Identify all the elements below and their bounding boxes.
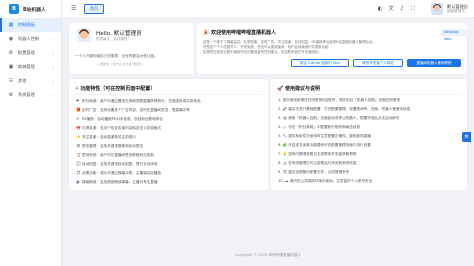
tips-title: 🚀 使用建议与说明 [277,86,320,92]
feature-icon: 🛡 [76,143,81,148]
welcome-avatar [77,28,91,42]
feature-item: ⭐关注感谢：自动感谢新关注的观众 [76,134,262,140]
feature-item: ❤ 积分商城：用户可通过赠送礼物和观看直播获得积分，兑换虚拟或实体商品 [76,98,262,104]
feature-item: 📋签到系统：用户可在直播间签到获取积分奖励 [76,152,262,158]
feature-icon: 🎵 [76,170,81,175]
greeting-text: 祝您每天，高效愉快！ [96,37,131,41]
feature-item: 🎵点歌功能：观众可通过弹幕点歌，主播端自动播放 [76,170,262,176]
feature-item: 🎀礼物答谢：支持个性化答谢内容和自定义答谢格式 [76,125,262,131]
feature-text: 积分商城：用户可通过赠送礼物和观看直播获得积分，兑换虚拟或实体商品 [82,99,201,103]
feature-icon: ✈ [76,116,80,121]
feature-item: 🔊弹幕朗读：支持语音朗读弹幕，主播可专注直播 [76,179,262,185]
sidebar-menu: ▦ 控制面板 ◉ 机器人控制 › ⚙ 配置管理 › ▣ 商城管理 › ☷ 其他 › ⚙ 系统管理 › [0,18,61,102]
feature-item: 💬自动回复：支持关键词自动回复，提升互动体验 [76,161,262,167]
tip-item: 5. 🔧 插件和组件在使用时注意配置正确性，避免影响直播 [278,134,371,138]
logo-icon: B [9,4,19,14]
feature-icon: 🎁 [76,107,81,112]
app-name: B站机器人 [23,7,46,13]
feature-item: 🛡禁言管理：支持关键词屏蔽和自动禁言 [76,143,262,149]
menu-toggle-icon[interactable]: ☰ [71,5,79,13]
sidebar-item[interactable]: ▣ 商城管理 › [0,60,61,74]
contact-developer-button[interactable]: 联系开发者个人网站 [353,59,403,67]
chevron-right-icon: › [52,50,54,56]
feature-icon: 💬 [76,161,81,166]
tips-card: 🚀 使用建议与说明 1. 首次使用前请先扫码登录B站账号，请先前往「机器人控制」… [271,79,467,190]
feature-item: ✈ PK播报：自动播报PK对手信息，包括粉丝数和排名 [76,116,262,122]
settings-icon: ⚙ [8,92,14,98]
sidebar-item[interactable]: ◉ 机器人控制 › [0,32,61,46]
github-star-button[interactable]: 前往 GitHub 给我们 Star [291,59,349,67]
tip-item: 1. 首次使用前请先扫码登录B站账号，请先前往「机器人控制」页面扫码登录 [278,98,401,102]
feature-text: 关注感谢：自动感谢新关注的观众 [82,135,136,139]
tab-home[interactable]: 首页 [84,4,104,14]
sidebar-item-label: 配置管理 [18,50,35,55]
feature-icon: ❤ [76,98,80,103]
feature-text: PK播报：自动播报PK对手信息，包括粉丝数和排名 [82,117,163,121]
chevron-right-icon: › [52,78,54,84]
sidebar-item[interactable]: ⚙ 系统管理 › [0,88,61,102]
feature-icon: ⭐ [76,134,81,139]
feature-text: 签到系统：用户可在直播间签到获取积分奖励 [82,153,154,157]
sidebar-item[interactable]: ▦ 控制面板 [0,18,61,32]
fullscreen-icon[interactable]: ⛶ [409,5,417,13]
intro-card: 🎉 欢迎使用哔哩哔哩直播机器人 Nekobot-Web 这是一个基于了弹幕监控、… [197,23,467,74]
sidebar: B B站机器人 ▦ 控制面板 ◉ 机器人控制 › ⚙ 配置管理 › ▣ 商城管理 › ☷ 其他 › ⚙ 系统管… [0,0,62,266]
features-card: ⚡ 功能特性（可在控制页面中配置） ❤ 积分商城：用户可通过赠送礼物和观看直播获得… [69,79,268,190]
quote-text: 一个人只要知道自己去哪里，全世界都会为他让路。 [75,54,158,58]
chevron-right-icon: › [52,64,54,70]
feature-icon: 🎀 [76,125,81,130]
feature-icon: 📋 [76,152,81,157]
tip-item: 9. 🛠 建议定期备份配置文件，以防数据丢失 [278,170,350,174]
user-avatar[interactable] [431,3,443,15]
divider [75,94,262,95]
shop-icon: ▣ [8,64,14,70]
intro-line: 如果您在使用过程中遇到任何问题或者有任何建议，欢迎联系我们开发者团队。 [203,50,322,54]
sidebar-item[interactable]: ⚙ 配置管理 › [0,46,61,60]
translate-icon[interactable]: 文 [387,5,395,13]
chevron-right-icon: › [52,92,54,98]
sidebar-item-label: 其他 [18,78,27,83]
more-icon: ☷ [8,78,14,84]
chevron-right-icon: › [52,36,54,42]
usage-guide-button[interactable]: 直播间机器人使用教程 [407,59,461,67]
app-logo[interactable]: B B站机器人 [0,0,61,18]
version-badge: Nekobot-Web [441,29,467,41]
feature-icon: 🔊 [76,179,81,184]
tip-item: 3. 🎲 使用「机器人控制」页面启动或停止机器人，配置完成后点击启动即可 [278,116,400,120]
tip-item: 10. ☁ 请勿在公共网络环境中使用，注意保护个人账号安全 [278,179,373,183]
feature-text: 禁言管理：支持关键词屏蔽和自动禁言 [82,144,144,148]
config-icon: ⚙ [8,50,14,56]
notification-bell-icon[interactable]: ♪ [398,5,406,13]
sidebar-item[interactable]: ☷ 其他 › [0,74,61,88]
user-role: 超级管理员 [447,9,465,13]
tip-item: 4. 📈 可在「积分商城」中配置积分规则和商品信息 [278,125,361,129]
tip-item: 8. 📊 在系统管理中可以查看运行状态和系统信息 [278,161,357,165]
hello-heading: Hello, 默认管理员 [96,31,142,37]
sidebar-item-label: 商城管理 [18,64,35,69]
tip-item: 6. 🧩 开启或关闭各功能模块可在配置管理页面中进行设置 [278,143,371,147]
tip-item: 7. 💡 如有问题请查看日志或联系开发者获取帮助 [278,152,357,156]
theme-toggle-icon[interactable]: ◐ [376,5,384,13]
features-title: ⚡ 功能特性（可在控制页面中配置） [75,86,156,92]
footer-copyright: Copyright © 2025 哔哩哔哩直播机器人 [234,253,302,257]
sidebar-item-label: 控制面板 [18,22,35,27]
intro-title: 🎉 欢迎使用哔哩哔哩直播机器人 [203,30,276,36]
sidebar-item-label: 系统管理 [18,92,35,97]
robot-icon: ◉ [8,36,14,42]
feature-text: 自动回复：支持关键词自动回复，提升互动体验 [82,162,158,166]
divider [277,94,461,95]
dashboard-icon: ▦ [8,22,14,28]
top-bar: ☰ 首页 ◐ 文 ♪ ⛶ 默认管理员 超级管理员 [62,0,474,18]
feature-text: 弹幕朗读：支持语音朗读弹幕，主播可专注直播 [82,180,158,184]
quote-source: — 爱默生（拉尔夫·沃尔多·爱默生） [96,62,146,66]
sidebar-item-label: 机器人控制 [18,36,39,41]
feature-text: 点歌功能：观众可通过弹幕点歌，主播端自动播放 [82,171,162,175]
feature-text: 礼物答谢：支持个性化答谢内容和自定义答谢格式 [82,126,162,130]
feature-item: 🎁定时广告：支持设置多个广告内容，定时在直播间发送，提高曝光率 [76,107,262,113]
welcome-card: Hello, 默认管理员 祝您每天，高效愉快！ 一个人只要知道自己去哪里，全世界… [69,23,194,74]
feature-text: 定时广告：支持设置多个广告内容，定时在直播间发送，提高曝光率 [82,108,190,112]
tip-item: 2. 🎤 建议先进行基础配置：打开配置管理，设置房间号、页面、机器人等基本信息 [278,107,411,111]
settings-float-icon[interactable]: ⚙ [462,132,471,142]
